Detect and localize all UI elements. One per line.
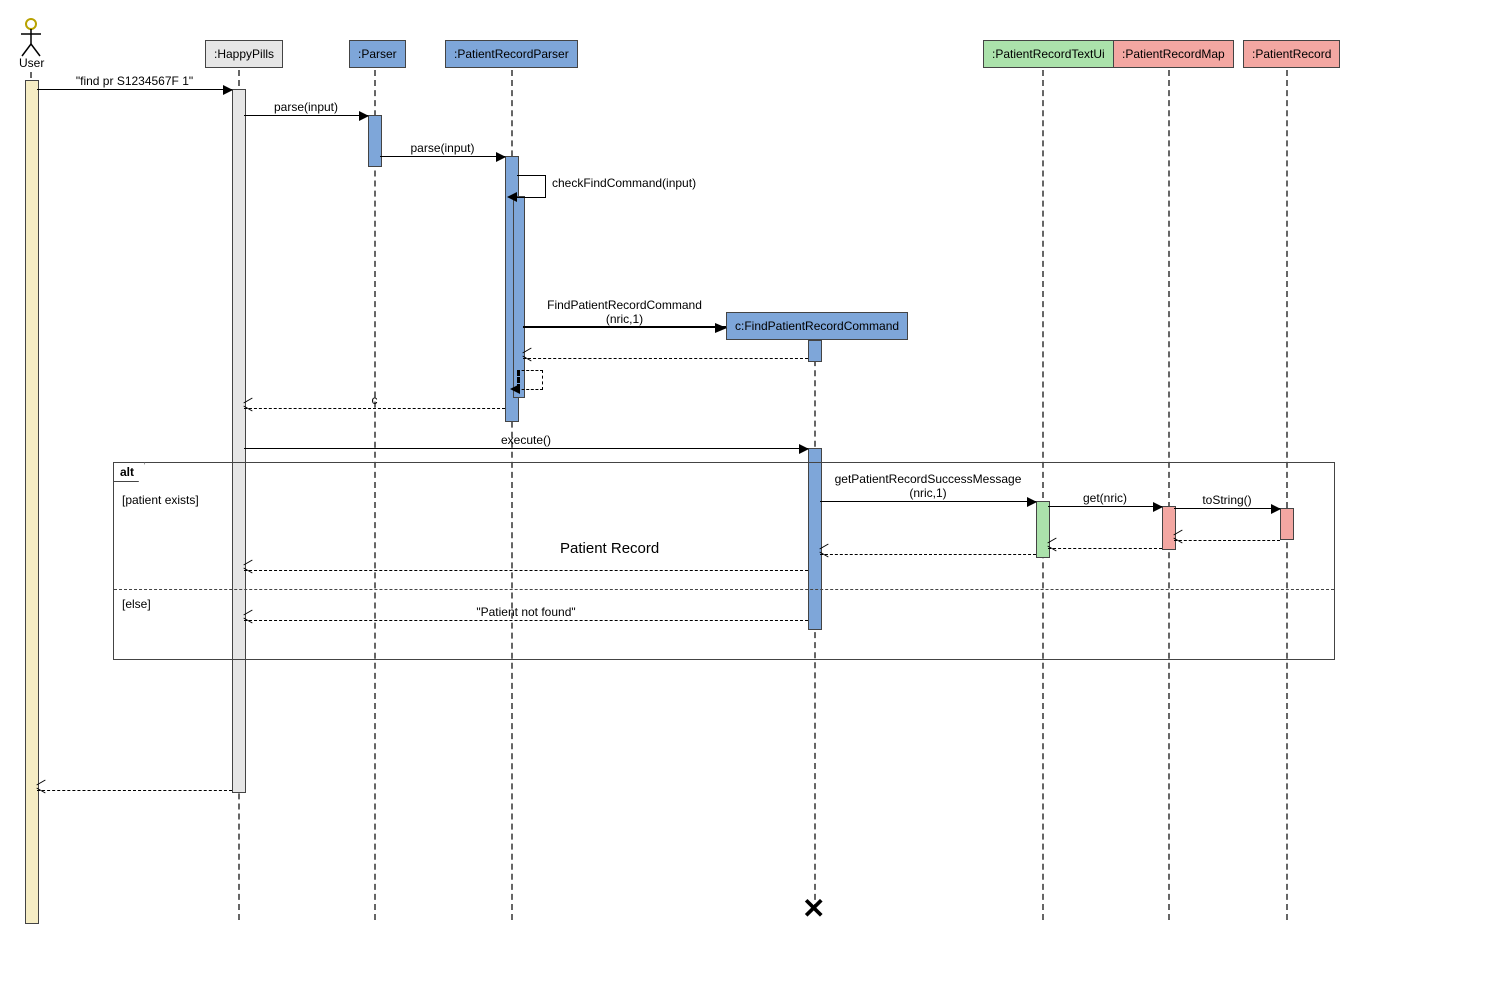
participant-textui: :PatientRecordTextUi bbox=[983, 40, 1114, 68]
activation-parser bbox=[368, 115, 382, 167]
msg-checkfind bbox=[517, 175, 546, 198]
alt-guard-2: [else] bbox=[122, 597, 151, 611]
msg-return-record bbox=[244, 570, 808, 571]
msg-return-success bbox=[820, 554, 1036, 555]
participant-parser: :Parser bbox=[349, 40, 406, 68]
msg-self-return bbox=[517, 370, 543, 390]
alt-tag: alt bbox=[113, 462, 145, 482]
msg-user-find: "find pr S1234567F 1" bbox=[37, 89, 232, 90]
msg-return-create bbox=[523, 358, 808, 359]
msg-return-get bbox=[1048, 548, 1162, 549]
participant-record: :PatientRecord bbox=[1243, 40, 1340, 68]
actor-label: User bbox=[19, 56, 44, 70]
participant-findcommand: c:FindPatientRecordCommand bbox=[726, 312, 908, 340]
activation-happypills bbox=[232, 89, 246, 793]
alt-frame: alt [patient exists] [else] bbox=[113, 462, 1335, 660]
activation-findcommand-1 bbox=[808, 340, 822, 362]
msg-return-tostring bbox=[1174, 540, 1280, 541]
msg-get-success: getPatientRecordSuccessMessage(nric,1) bbox=[820, 501, 1036, 502]
msg-tostring: toString() bbox=[1174, 508, 1280, 509]
msg-patient-record-label: Patient Record bbox=[560, 540, 659, 557]
msg-new-findcmd: FindPatientRecordCommand(nric,1) bbox=[523, 326, 726, 328]
sequence-diagram: { "actor": {"name": "User"}, "participan… bbox=[0, 0, 1489, 992]
msg-parse-1: parse(input) bbox=[244, 115, 368, 116]
activation-user bbox=[25, 80, 39, 924]
participant-happypills: :HappyPills bbox=[205, 40, 283, 68]
msg-checkfind-label: checkFindCommand(input) bbox=[552, 176, 696, 190]
alt-separator bbox=[114, 589, 1334, 590]
participant-recordmap: :PatientRecordMap bbox=[1113, 40, 1234, 68]
participant-patientrecordparser: :PatientRecordParser bbox=[445, 40, 578, 68]
destroy-icon: ✕ bbox=[802, 892, 825, 925]
msg-return-notfound: "Patient not found" bbox=[244, 620, 808, 621]
alt-guard-1: [patient exists] bbox=[122, 493, 199, 507]
msg-return-user bbox=[37, 790, 232, 791]
actor-user: User bbox=[19, 18, 44, 70]
msg-return-c: c bbox=[244, 408, 505, 409]
msg-get: get(nric) bbox=[1048, 506, 1162, 507]
activation-patientrecordparser-2 bbox=[513, 196, 525, 398]
msg-execute: execute() bbox=[244, 448, 808, 449]
msg-parse-2: parse(input) bbox=[380, 156, 505, 157]
